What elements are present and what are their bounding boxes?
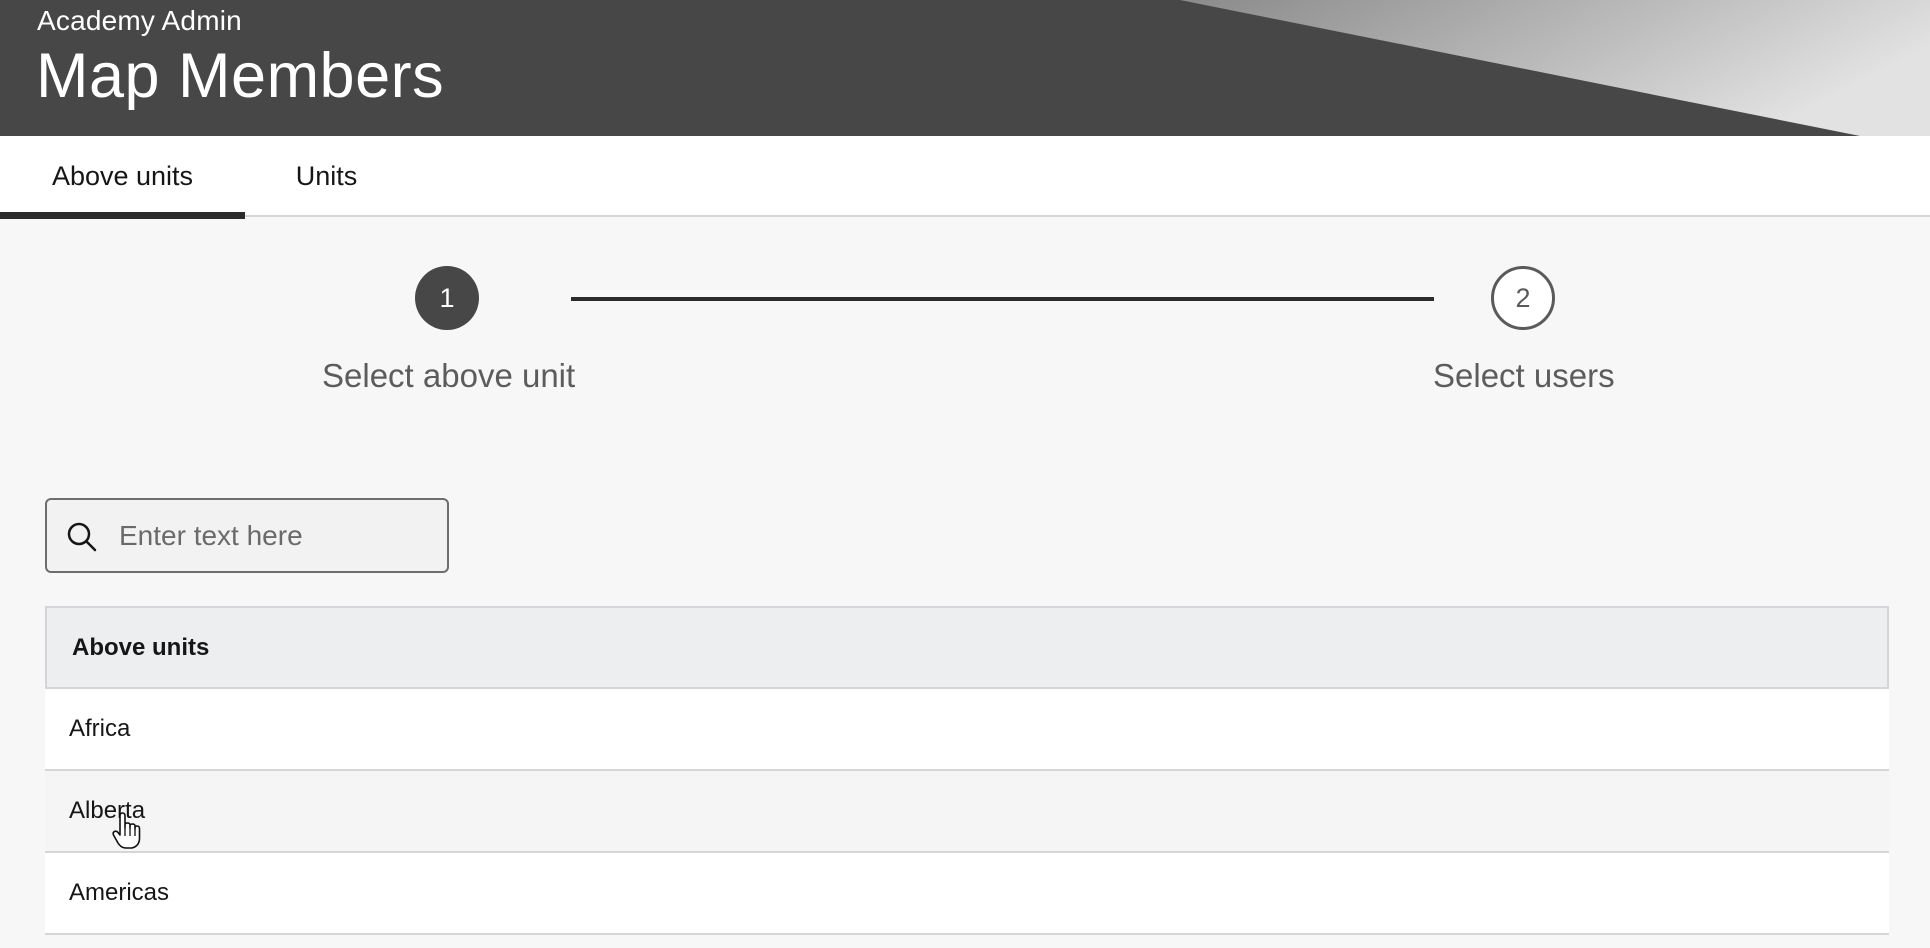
hand-pointer-icon: [112, 812, 141, 849]
search-icon: [67, 522, 97, 552]
table-row[interactable]: Americas: [45, 853, 1889, 935]
page-title: Map Members: [36, 41, 445, 111]
tab-bar: Above units Units: [0, 136, 1930, 219]
table-header: Above units: [45, 606, 1889, 689]
step-connector: [571, 297, 1434, 301]
step-2-label: Select users: [1433, 357, 1615, 394]
above-units-table: Above units Africa Alberta Americas: [45, 606, 1889, 935]
app-name: Academy Admin: [37, 5, 242, 36]
search-box[interactable]: [45, 498, 449, 573]
step-1-label: Select above unit: [322, 357, 576, 394]
step-1-indicator: 1: [415, 266, 479, 330]
step-2-indicator: 2: [1491, 266, 1555, 330]
table-row[interactable]: Africa: [45, 689, 1889, 771]
tab-units[interactable]: Units: [245, 136, 408, 217]
search-input[interactable]: [119, 500, 439, 571]
tab-above-units[interactable]: Above units: [0, 136, 245, 219]
app-header: Academy Admin Map Members: [0, 0, 1930, 136]
table-row[interactable]: Alberta: [45, 771, 1889, 853]
